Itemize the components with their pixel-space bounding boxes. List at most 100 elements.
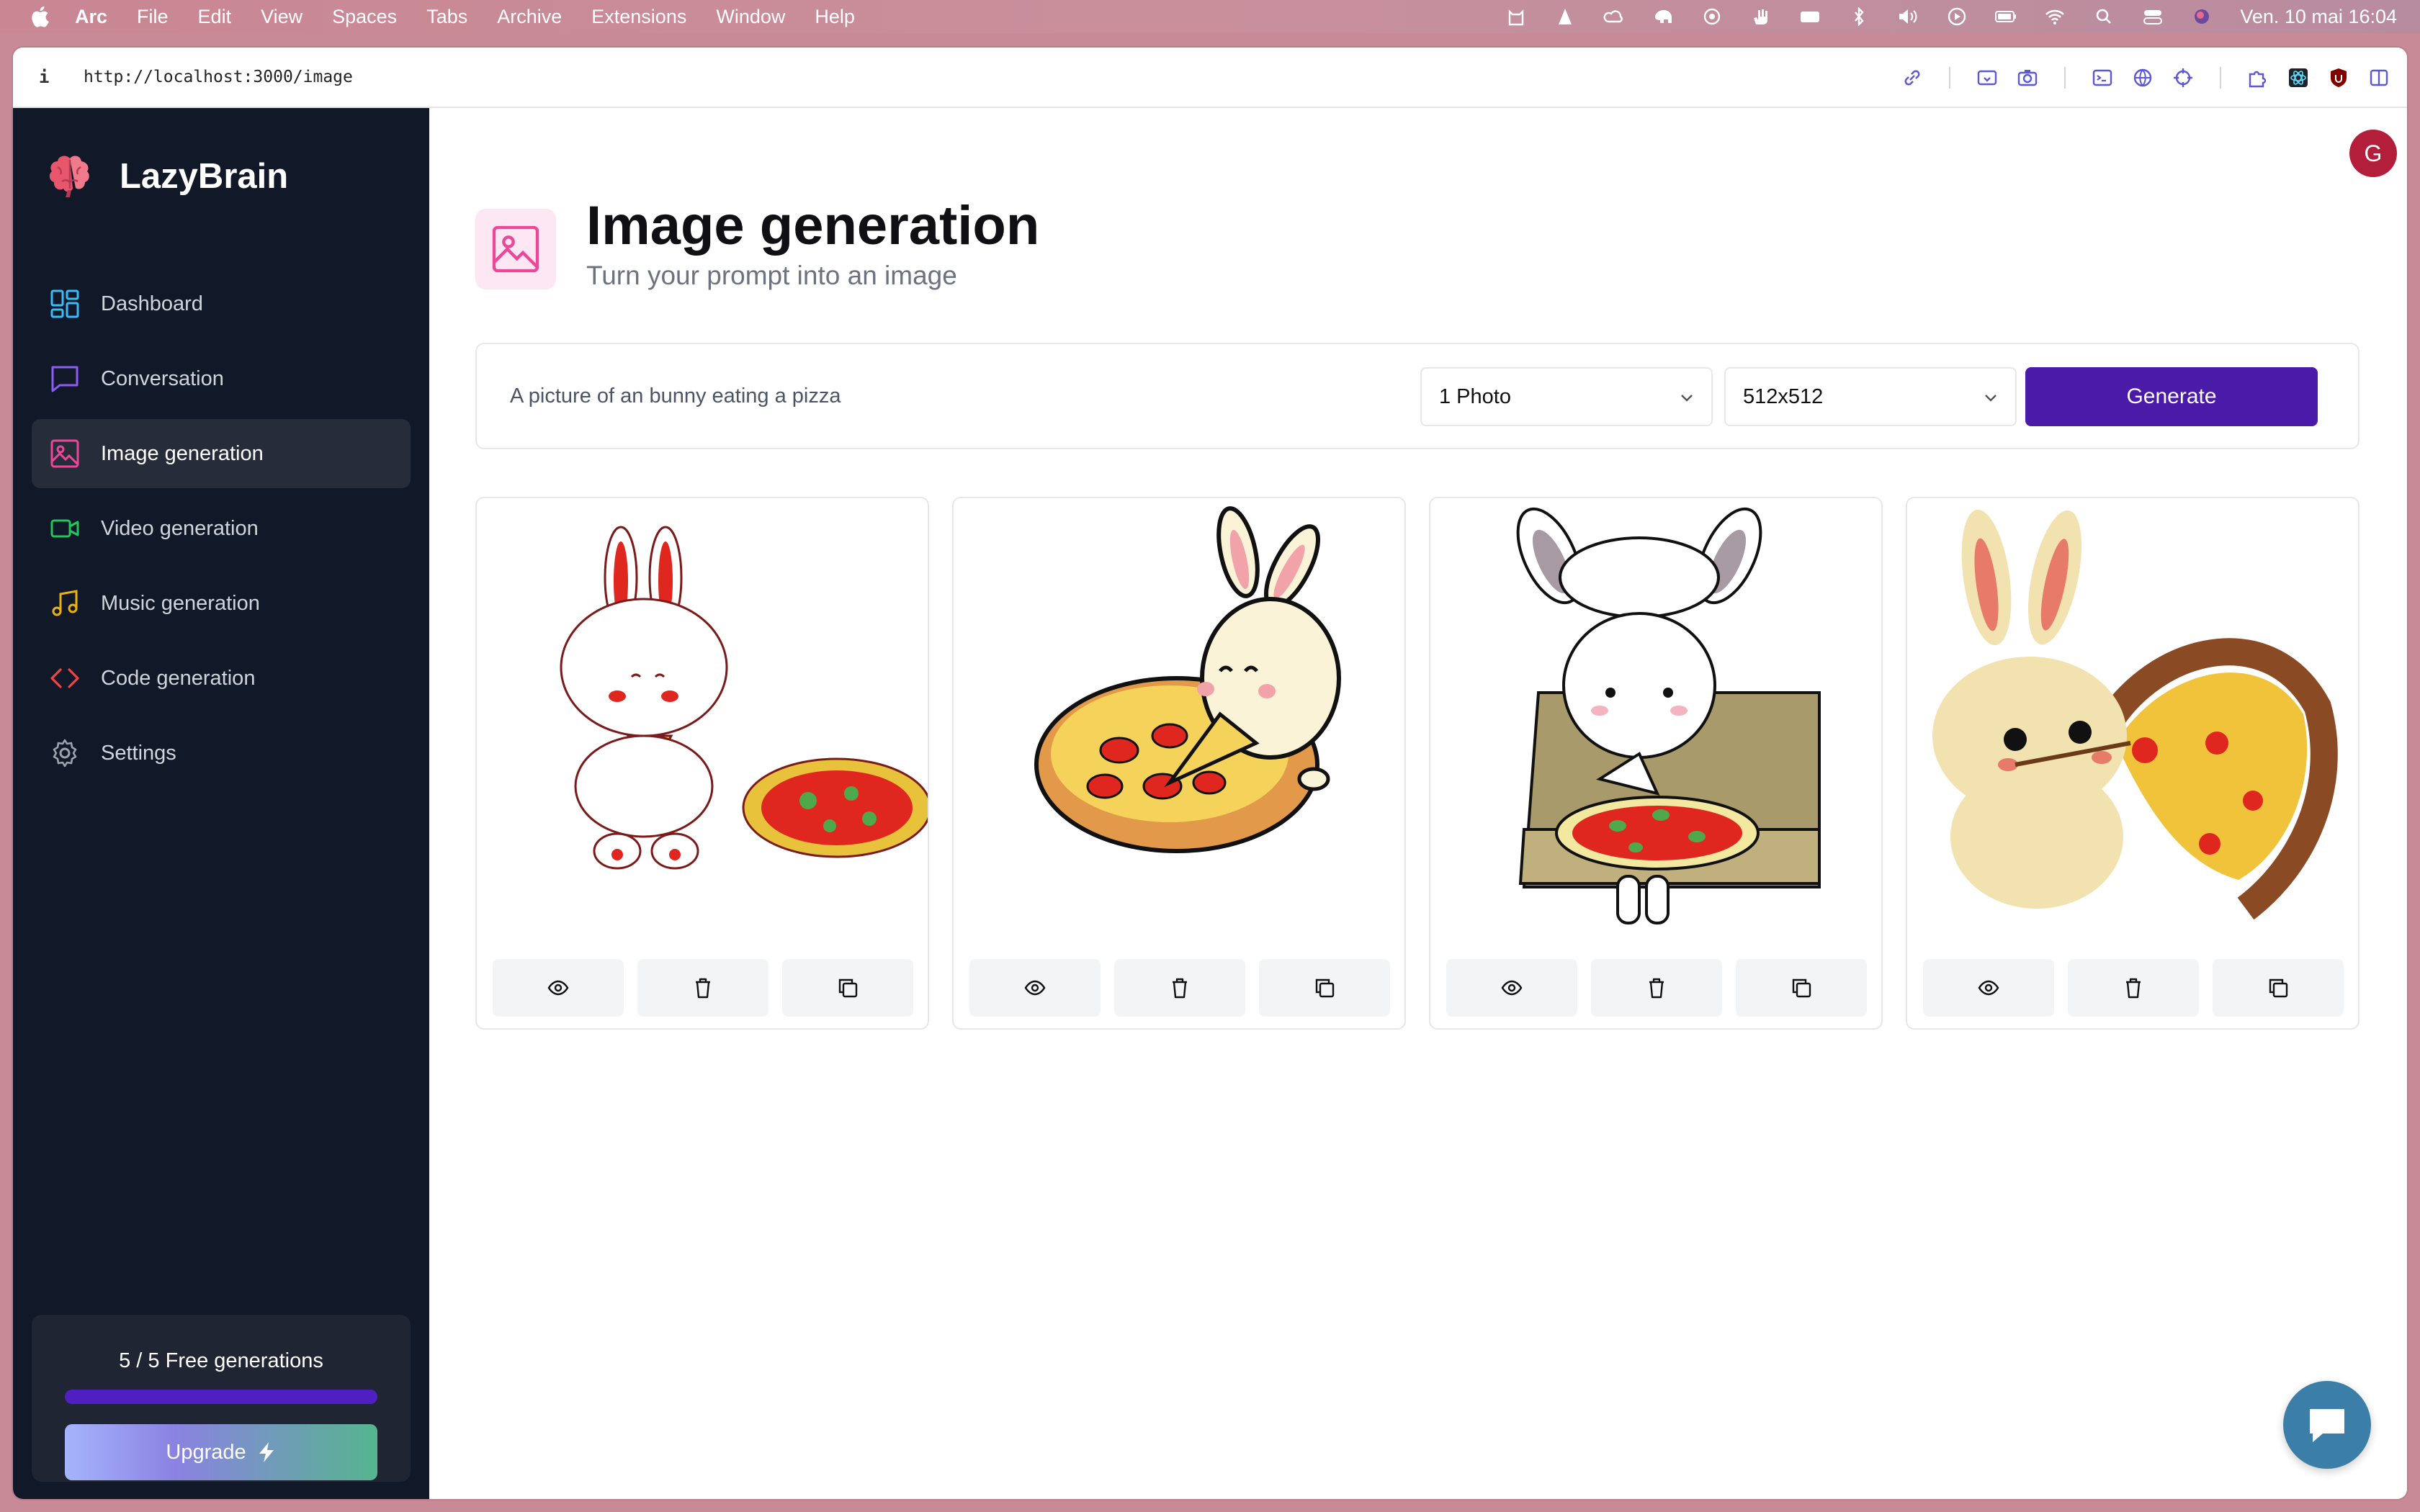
react-devtools-icon[interactable] <box>2286 66 2311 90</box>
copy-button[interactable] <box>782 959 913 1017</box>
apple-menu-icon[interactable] <box>30 6 49 27</box>
amount-select-value: 1 Photo <box>1439 384 1511 408</box>
trash-icon <box>1173 978 1187 999</box>
trash-icon <box>2126 978 2141 999</box>
sidebar-item-conversation[interactable]: Conversation <box>32 344 411 413</box>
copy-button[interactable] <box>2213 959 2344 1017</box>
menu-spaces[interactable]: Spaces <box>332 6 397 28</box>
prompt-input[interactable] <box>510 373 1403 419</box>
sidebar-item-code-generation[interactable]: Code generation <box>32 644 411 713</box>
bunny-eating-pizza-image-1[interactable] <box>477 498 928 930</box>
address-bar: i http://localhost:3000/image <box>13 48 2407 108</box>
bunny-eating-pizza-image-3[interactable] <box>1430 498 1881 930</box>
toolbar-separator <box>2220 67 2221 89</box>
gear-icon <box>49 737 81 769</box>
hand-tray-icon[interactable] <box>1750 7 1772 26</box>
bunny-eating-pizza-image-2[interactable] <box>954 498 1404 930</box>
brain-logo-icon <box>49 156 89 197</box>
ublock-icon[interactable] <box>2326 66 2351 90</box>
sidebar-item-settings[interactable]: Settings <box>32 719 411 788</box>
volume-icon[interactable] <box>1897 7 1919 26</box>
menu-app-name[interactable]: Arc <box>75 6 107 28</box>
image-card <box>952 497 1406 1030</box>
support-chat-button[interactable] <box>2283 1381 2371 1469</box>
menu-window[interactable]: Window <box>716 6 785 28</box>
spotlight-search-icon[interactable] <box>2093 7 2115 26</box>
menu-archive[interactable]: Archive <box>497 6 562 28</box>
cone-tray-icon[interactable] <box>1554 7 1576 26</box>
view-button[interactable] <box>969 959 1101 1017</box>
page-title: Image generation <box>586 195 1040 256</box>
cat-tray-icon[interactable] <box>1505 7 1527 26</box>
progress-fill <box>65 1390 377 1404</box>
menu-tabs[interactable]: Tabs <box>426 6 467 28</box>
terminal-icon[interactable] <box>2090 66 2115 90</box>
image-card-actions <box>1923 959 2344 1017</box>
copy-button[interactable] <box>1736 959 1867 1017</box>
battery-icon[interactable] <box>1995 7 2017 26</box>
free-generations-progress <box>65 1390 377 1404</box>
image-card-actions <box>1446 959 1867 1017</box>
control-center-icon[interactable] <box>2142 7 2164 26</box>
generate-button[interactable]: Generate <box>2025 367 2318 426</box>
bunny-eating-pizza-image-4[interactable] <box>1907 498 2358 930</box>
sidebar-item-dashboard[interactable]: Dashboard <box>32 269 411 338</box>
elephant-tray-icon[interactable] <box>1652 7 1674 26</box>
delete-button[interactable] <box>637 959 768 1017</box>
menu-file[interactable]: File <box>137 6 169 28</box>
extension-puzzle-icon[interactable] <box>2246 66 2270 90</box>
camera-icon[interactable] <box>2015 66 2040 90</box>
sidebar-item-video-generation[interactable]: Video generation <box>32 494 411 563</box>
eye-icon <box>1501 980 1523 996</box>
browser-toolbar <box>1884 63 2391 92</box>
upgrade-button[interactable]: Upgrade <box>65 1424 377 1480</box>
sidebar-item-image-generation[interactable]: Image generation <box>32 419 411 488</box>
image-card-actions <box>493 959 913 1017</box>
copy-icon <box>1792 978 1811 998</box>
capture-icon[interactable] <box>1975 66 1999 90</box>
avatar[interactable]: G <box>2349 130 2397 177</box>
site-info-icon[interactable]: i <box>39 67 68 87</box>
brand-name: LazyBrain <box>120 157 289 196</box>
menu-view[interactable]: View <box>261 6 302 28</box>
image-card <box>1429 497 1883 1030</box>
sidebar-item-label: Image generation <box>101 441 264 465</box>
play-circle-icon[interactable] <box>1946 7 1968 26</box>
trash-icon <box>1649 978 1664 999</box>
target-icon[interactable] <box>2171 66 2195 90</box>
sidebar-toggle-icon[interactable] <box>2367 66 2391 90</box>
cloud-sun-tray-icon[interactable] <box>1603 7 1625 26</box>
sidebar-item-label: Conversation <box>101 366 224 390</box>
brand[interactable]: LazyBrain <box>46 153 288 200</box>
siri-icon[interactable] <box>2191 7 2213 26</box>
sidebar-nav: Dashboard Conversation Image generation … <box>32 269 411 793</box>
wifi-icon[interactable] <box>2044 7 2066 26</box>
delete-button[interactable] <box>1114 959 1245 1017</box>
menubar-clock[interactable]: Ven. 10 mai 16:04 <box>2240 6 2397 28</box>
free-generations-count: 5 / 5 Free generations <box>119 1349 323 1372</box>
amount-select[interactable]: 1 Photo <box>1420 367 1713 426</box>
browser-window: i http://localhost:3000/image LazyBrain … <box>13 48 2407 1499</box>
url-text[interactable]: http://localhost:3000/image <box>84 68 353 86</box>
sidebar-item-music-generation[interactable]: Music generation <box>32 569 411 638</box>
keyboard-tray-icon[interactable] <box>1799 7 1821 26</box>
copy-button[interactable] <box>1259 959 1390 1017</box>
resolution-select[interactable]: 512x512 <box>1724 367 2017 426</box>
bluetooth-icon[interactable] <box>1848 7 1870 26</box>
chat-bubble-icon <box>2310 1409 2344 1442</box>
copy-link-icon[interactable] <box>1900 66 1924 90</box>
menu-edit[interactable]: Edit <box>198 6 232 28</box>
globe-icon[interactable] <box>2130 66 2155 90</box>
upgrade-label: Upgrade <box>166 1440 246 1464</box>
code-icon <box>49 662 81 694</box>
view-button[interactable] <box>1923 959 2054 1017</box>
chevron-down-icon <box>1985 395 1996 402</box>
view-button[interactable] <box>493 959 624 1017</box>
openai-tray-icon[interactable] <box>1701 7 1723 26</box>
delete-button[interactable] <box>1591 959 1722 1017</box>
menu-extensions[interactable]: Extensions <box>591 6 686 28</box>
delete-button[interactable] <box>2068 959 2199 1017</box>
menu-help[interactable]: Help <box>815 6 855 28</box>
view-button[interactable] <box>1446 959 1577 1017</box>
eye-icon <box>1024 980 1046 996</box>
